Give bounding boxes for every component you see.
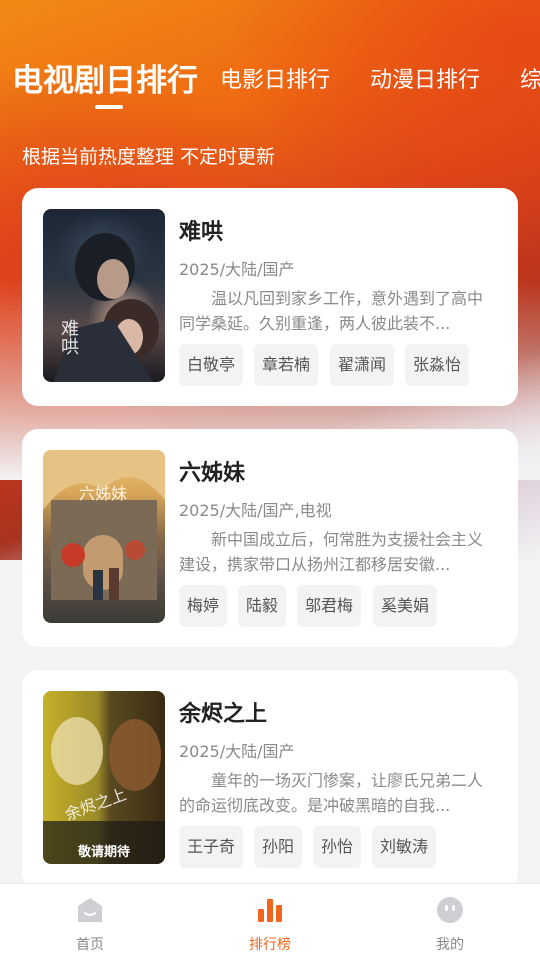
ranking-card[interactable]: 余烬之上 敬请期待 余烬之上 2025/大陆/国产 童年的一场灭门惨案，让廖氏兄… [22,670,518,888]
cast-tag[interactable]: 陆毅 [238,585,287,627]
ranking-card[interactable]: 六姊妹 六姊妹 2025/大陆/国产,电视 新中国成立后，何常胜为支援社会主义建… [22,429,518,647]
cast-tag[interactable]: 邬君梅 [297,585,362,627]
cast-tag[interactable]: 王子奇 [179,826,244,868]
nav-label: 我的 [436,937,464,953]
ranking-icon [258,899,282,922]
nav-ranking[interactable]: 排行榜 [210,884,330,960]
tab-variety-daily[interactable]: 综 [520,62,540,94]
cast-tag[interactable]: 孙怡 [313,826,362,868]
category-tabs: 电视剧日排行 电影日排行 动漫日排行 综 [0,52,540,112]
card-meta: 2025/大陆/国产 [179,742,295,761]
cast-tag[interactable]: 张淼怡 [405,344,470,386]
cast-tag[interactable]: 翟潇闻 [330,344,395,386]
home-icon [78,898,102,922]
cast-tag[interactable]: 刘敏涛 [372,826,437,868]
cast-tag[interactable]: 章若楠 [254,344,319,386]
nav-label: 排行榜 [249,937,291,953]
tab-movie-daily[interactable]: 电影日排行 [220,62,330,94]
profile-icon [437,897,463,923]
ranking-card[interactable]: 难哄 难哄 2025/大陆/国产 温以凡回到家乡工作，意外遇到了高中同学桑延。久… [22,188,518,406]
poster-title: 难哄 [58,319,79,355]
cast-tag[interactable]: 孙阳 [254,826,303,868]
poster-title: 六姊妹 [79,484,128,503]
poster-caption: 敬请期待 [77,845,130,860]
card-description: 新中国成立后，何常胜为支援社会主义建设，携家带口从扬州江都移居安徽... [179,530,484,574]
card-description: 温以凡回到家乡工作，意外遇到了高中同学桑延。久别重逢，两人彼此装不... [179,289,484,333]
cast-tag[interactable]: 梅婷 [179,585,228,627]
ranking-subtitle: 根据当前热度整理 不定时更新 [22,146,276,168]
nav-label: 首页 [76,937,104,953]
bottom-nav: 首页 排行榜 我的 [0,883,540,960]
nav-profile[interactable]: 我的 [390,884,510,960]
card-meta: 2025/大陆/国产 [179,260,295,279]
active-tab-indicator [95,105,123,109]
tab-tv-daily[interactable]: 电视剧日排行 [12,55,198,100]
card-meta: 2025/大陆/国产,电视 [179,501,332,520]
poster-image: 难哄 [43,209,165,382]
card-title: 六姊妹 [179,461,246,486]
poster-image: 余烬之上 敬请期待 [43,691,165,864]
card-title: 难哄 [179,220,224,245]
poster-image: 六姊妹 [43,450,165,623]
tab-anime-daily[interactable]: 动漫日排行 [370,62,480,94]
cast-tag[interactable]: 白敬亭 [179,344,244,386]
nav-home[interactable]: 首页 [30,884,150,960]
poster-art [53,233,159,382]
poster-art [43,450,165,600]
poster-art [43,717,165,864]
card-description: 童年的一场灭门惨案，让廖氏兄弟二人的命运彻底改变。是冲破黑暗的自我... [179,771,484,815]
card-title: 余烬之上 [179,702,268,727]
cast-tag[interactable]: 奚美娟 [373,585,438,627]
